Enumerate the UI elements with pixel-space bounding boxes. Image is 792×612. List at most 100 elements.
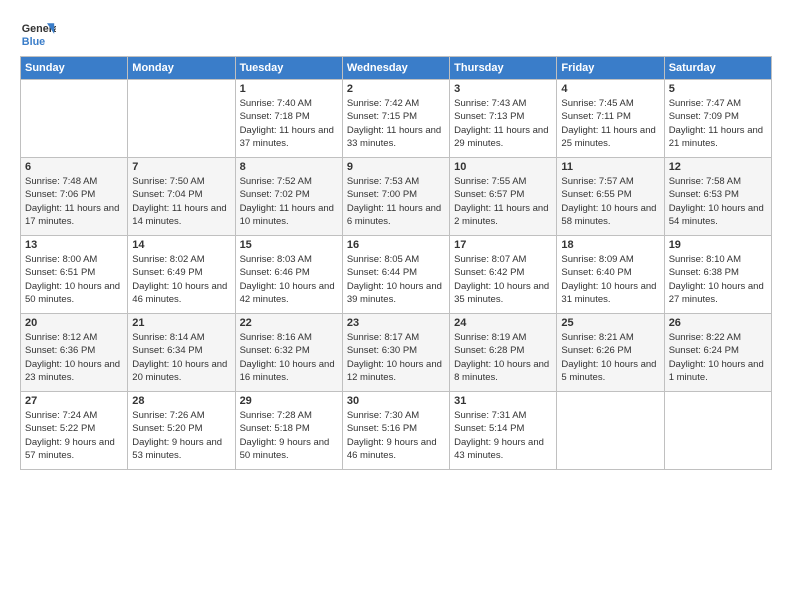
day-cell: 31Sunrise: 7:31 AMSunset: 5:14 PMDayligh… — [450, 392, 557, 470]
day-number: 23 — [347, 317, 445, 329]
day-info: Sunrise: 7:55 AMSunset: 6:57 PMDaylight:… — [454, 175, 552, 228]
day-info: Sunrise: 7:40 AMSunset: 7:18 PMDaylight:… — [240, 97, 338, 150]
day-cell: 23 Sunrise: 8:17 AMSunset: 6:30 PMDayligh… — [342, 314, 449, 392]
header-day: Thursday — [450, 57, 557, 80]
day-cell: 5 Sunrise: 7:47 AMSunset: 7:09 PMDaylight… — [664, 80, 771, 158]
day-info: Sunrise: 7:47 AMSunset: 7:09 PMDaylight:… — [669, 97, 767, 150]
day-cell: 29 Sunrise: 7:28 AMSunset: 5:18 PMDayligh… — [235, 392, 342, 470]
day-number: 15 — [240, 239, 338, 251]
day-cell: 19 Sunrise: 8:10 AMSunset: 6:38 PMDayligh… — [664, 236, 771, 314]
day-info: Sunrise: 7:48 AMSunset: 7:06 PMDaylight:… — [25, 175, 123, 228]
day-info: Sunrise: 7:52 AMSunset: 7:02 PMDaylight:… — [240, 175, 338, 228]
day-info: Sunrise: 8:10 AMSunset: 6:38 PMDaylight:… — [669, 253, 767, 306]
day-number: 13 — [25, 239, 123, 251]
calendar-table: SundayMondayTuesdayWednesdayThursdayFrid… — [20, 56, 772, 470]
day-number: 11 — [561, 161, 659, 173]
day-info: Sunrise: 8:09 AMSunset: 6:40 PMDaylight:… — [561, 253, 659, 306]
day-number: 25 — [561, 317, 659, 329]
day-number: 12 — [669, 161, 767, 173]
day-cell: 16 Sunrise: 8:05 AMSunset: 6:44 PMDayligh… — [342, 236, 449, 314]
day-info: Sunrise: 8:16 AMSunset: 6:32 PMDaylight:… — [240, 331, 338, 384]
logo-icon: General Blue — [20, 16, 56, 52]
page: General Blue SundayMondayTuesdayWednesda… — [0, 0, 792, 480]
day-cell: 20Sunrise: 8:12 AMSunset: 6:36 PMDayligh… — [21, 314, 128, 392]
week-row: 6 Sunrise: 7:48 AMSunset: 7:06 PMDaylight… — [21, 158, 772, 236]
day-cell: 11Sunrise: 7:57 AMSunset: 6:55 PMDayligh… — [557, 158, 664, 236]
day-cell: 18 Sunrise: 8:09 AMSunset: 6:40 PMDayligh… — [557, 236, 664, 314]
day-number: 18 — [561, 239, 659, 251]
day-info: Sunrise: 8:05 AMSunset: 6:44 PMDaylight:… — [347, 253, 445, 306]
day-cell: 12 Sunrise: 7:58 AMSunset: 6:53 PMDayligh… — [664, 158, 771, 236]
header-day: Wednesday — [342, 57, 449, 80]
day-info: Sunrise: 7:58 AMSunset: 6:53 PMDaylight:… — [669, 175, 767, 228]
day-info: Sunrise: 8:03 AMSunset: 6:46 PMDaylight:… — [240, 253, 338, 306]
day-info: Sunrise: 8:14 AMSunset: 6:34 PMDaylight:… — [132, 331, 230, 384]
day-info: Sunrise: 8:17 AMSunset: 6:30 PMDaylight:… — [347, 331, 445, 384]
day-cell: 2 Sunrise: 7:42 AMSunset: 7:15 PMDaylight… — [342, 80, 449, 158]
day-cell — [128, 80, 235, 158]
day-info: Sunrise: 8:00 AMSunset: 6:51 PMDaylight:… — [25, 253, 123, 306]
day-info: Sunrise: 8:12 AMSunset: 6:36 PMDaylight:… — [25, 331, 123, 384]
day-number: 30 — [347, 395, 445, 407]
header-row: SundayMondayTuesdayWednesdayThursdayFrid… — [21, 57, 772, 80]
day-info: Sunrise: 8:22 AMSunset: 6:24 PMDaylight:… — [669, 331, 767, 384]
day-info: Sunrise: 8:07 AMSunset: 6:42 PMDaylight:… — [454, 253, 552, 306]
day-number: 9 — [347, 161, 445, 173]
header-day: Saturday — [664, 57, 771, 80]
day-cell — [557, 392, 664, 470]
day-cell: 9 Sunrise: 7:53 AMSunset: 7:00 PMDaylight… — [342, 158, 449, 236]
day-number: 14 — [132, 239, 230, 251]
day-number: 31 — [454, 395, 552, 407]
week-row: 27Sunrise: 7:24 AMSunset: 5:22 PMDayligh… — [21, 392, 772, 470]
day-number: 26 — [669, 317, 767, 329]
day-info: Sunrise: 7:24 AMSunset: 5:22 PMDaylight:… — [25, 409, 123, 462]
week-row: 20Sunrise: 8:12 AMSunset: 6:36 PMDayligh… — [21, 314, 772, 392]
day-cell: 4Sunrise: 7:45 AMSunset: 7:11 PMDaylight… — [557, 80, 664, 158]
day-number: 16 — [347, 239, 445, 251]
day-cell: 22 Sunrise: 8:16 AMSunset: 6:32 PMDayligh… — [235, 314, 342, 392]
day-info: Sunrise: 8:02 AMSunset: 6:49 PMDaylight:… — [132, 253, 230, 306]
day-number: 2 — [347, 83, 445, 95]
day-info: Sunrise: 7:53 AMSunset: 7:00 PMDaylight:… — [347, 175, 445, 228]
day-info: Sunrise: 7:45 AMSunset: 7:11 PMDaylight:… — [561, 97, 659, 150]
day-cell — [664, 392, 771, 470]
day-cell: 26 Sunrise: 8:22 AMSunset: 6:24 PMDayligh… — [664, 314, 771, 392]
day-number: 29 — [240, 395, 338, 407]
day-cell: 25 Sunrise: 8:21 AMSunset: 6:26 PMDayligh… — [557, 314, 664, 392]
day-cell: 28Sunrise: 7:26 AMSunset: 5:20 PMDayligh… — [128, 392, 235, 470]
day-cell: 24 Sunrise: 8:19 AMSunset: 6:28 PMDayligh… — [450, 314, 557, 392]
day-number: 19 — [669, 239, 767, 251]
day-info: Sunrise: 7:28 AMSunset: 5:18 PMDaylight:… — [240, 409, 338, 462]
day-number: 21 — [132, 317, 230, 329]
header-day: Friday — [557, 57, 664, 80]
day-number: 10 — [454, 161, 552, 173]
day-cell: 10 Sunrise: 7:55 AMSunset: 6:57 PMDayligh… — [450, 158, 557, 236]
day-cell — [21, 80, 128, 158]
day-cell: 3 Sunrise: 7:43 AMSunset: 7:13 PMDaylight… — [450, 80, 557, 158]
day-number: 17 — [454, 239, 552, 251]
day-cell: 30 Sunrise: 7:30 AMSunset: 5:16 PMDayligh… — [342, 392, 449, 470]
day-number: 24 — [454, 317, 552, 329]
day-number: 6 — [25, 161, 123, 173]
day-info: Sunrise: 7:42 AMSunset: 7:15 PMDaylight:… — [347, 97, 445, 150]
day-cell: 7Sunrise: 7:50 AMSunset: 7:04 PMDaylight… — [128, 158, 235, 236]
day-cell: 1 Sunrise: 7:40 AMSunset: 7:18 PMDaylight… — [235, 80, 342, 158]
day-info: Sunrise: 8:19 AMSunset: 6:28 PMDaylight:… — [454, 331, 552, 384]
day-cell: 6 Sunrise: 7:48 AMSunset: 7:06 PMDaylight… — [21, 158, 128, 236]
week-row: 13 Sunrise: 8:00 AMSunset: 6:51 PMDayligh… — [21, 236, 772, 314]
day-cell: 17 Sunrise: 8:07 AMSunset: 6:42 PMDayligh… — [450, 236, 557, 314]
day-info: Sunrise: 7:30 AMSunset: 5:16 PMDaylight:… — [347, 409, 445, 462]
day-number: 7 — [132, 161, 230, 173]
day-info: Sunrise: 7:43 AMSunset: 7:13 PMDaylight:… — [454, 97, 552, 150]
day-number: 22 — [240, 317, 338, 329]
day-number: 1 — [240, 83, 338, 95]
day-info: Sunrise: 7:26 AMSunset: 5:20 PMDaylight:… — [132, 409, 230, 462]
day-cell: 15 Sunrise: 8:03 AMSunset: 6:46 PMDayligh… — [235, 236, 342, 314]
header-day: Monday — [128, 57, 235, 80]
day-cell: 13 Sunrise: 8:00 AMSunset: 6:51 PMDayligh… — [21, 236, 128, 314]
day-cell: 21 Sunrise: 8:14 AMSunset: 6:34 PMDayligh… — [128, 314, 235, 392]
day-number: 5 — [669, 83, 767, 95]
day-number: 8 — [240, 161, 338, 173]
day-number: 3 — [454, 83, 552, 95]
day-info: Sunrise: 8:21 AMSunset: 6:26 PMDaylight:… — [561, 331, 659, 384]
